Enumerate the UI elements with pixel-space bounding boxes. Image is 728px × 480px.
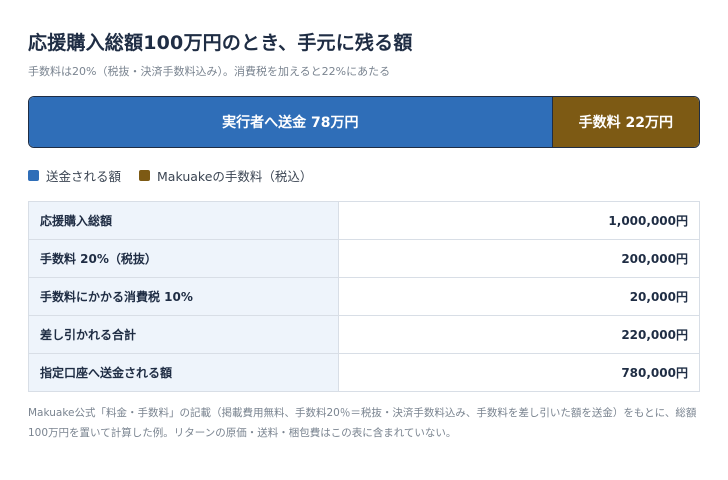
legend-item-fee: Makuakeの手数料（税込）	[139, 166, 312, 185]
table-row: 手数料にかかる消費税 10% 20,000円	[28, 277, 700, 316]
page-subtitle: 手数料は20%（税抜・決済手数料込み）。消費税を加えると22%にあたる	[28, 65, 391, 78]
footnote: Makuake公式「料金・手数料」の記載（掲載費用無料、手数料20％＝税抜・決済…	[28, 407, 697, 439]
legend-label: 送金される額	[46, 169, 122, 184]
row-label: 指定口座へ送金される額	[28, 353, 339, 392]
row-value: 200,000円	[338, 239, 700, 278]
bar-segment-sent: 実行者へ送金 78万円	[29, 97, 552, 147]
row-value: 780,000円	[338, 353, 700, 392]
row-value: 220,000円	[338, 315, 700, 354]
stacked-bar: 実行者へ送金 78万円 手数料 22万円	[28, 96, 700, 148]
row-label: 手数料 20%（税抜）	[28, 239, 339, 278]
legend-swatch	[28, 170, 39, 181]
row-value: 1,000,000円	[338, 201, 700, 240]
table-row: 応援購入総額 1,000,000円	[28, 201, 700, 240]
row-label: 応援購入総額	[28, 201, 339, 240]
page-title: 応援購入総額100万円のとき、手元に残る額	[28, 32, 413, 54]
row-value: 20,000円	[338, 277, 700, 316]
row-label: 差し引かれる合計	[28, 315, 339, 354]
legend-swatch	[139, 170, 151, 181]
legend-label: Makuakeの手数料（税込）	[157, 169, 313, 184]
legend: 送金される額 Makuakeの手数料（税込）	[28, 166, 330, 185]
legend-item-sent: 送金される額	[28, 166, 121, 185]
row-label: 手数料にかかる消費税 10%	[28, 277, 339, 316]
table-row: 手数料 20%（税抜） 200,000円	[28, 239, 700, 278]
breakdown-table: 応援購入総額 1,000,000円 手数料 20%（税抜） 200,000円 手…	[28, 201, 700, 392]
table-row: 差し引かれる合計 220,000円	[28, 315, 700, 354]
bar-segment-fee: 手数料 22万円	[551, 97, 699, 147]
table-row: 指定口座へ送金される額 780,000円	[28, 353, 700, 392]
